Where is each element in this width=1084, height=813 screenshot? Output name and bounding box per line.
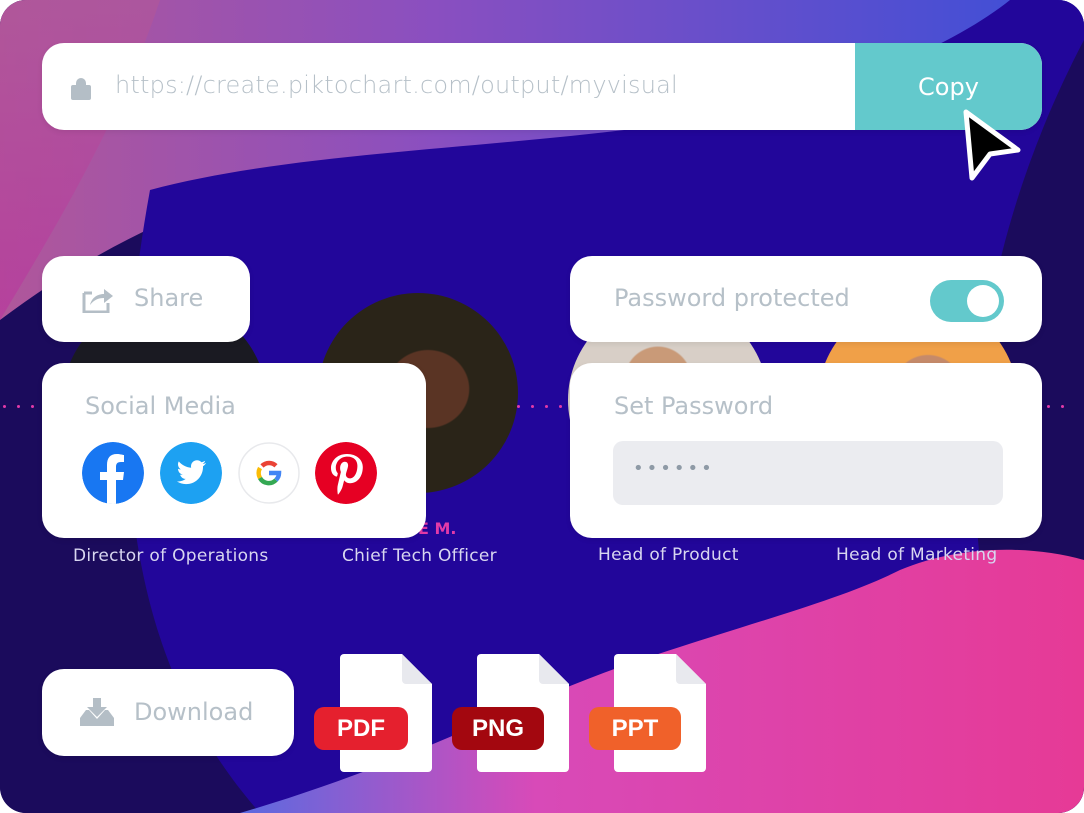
lock-icon xyxy=(71,78,91,100)
role-label: Head of Product xyxy=(598,545,739,565)
share-url-text[interactable]: https://create.piktochart.com/output/myv… xyxy=(115,71,678,99)
facebook-icon[interactable] xyxy=(82,442,144,504)
pinterest-icon[interactable] xyxy=(315,442,377,504)
timeline-dots-left xyxy=(3,405,34,408)
format-badge-png[interactable]: PNG xyxy=(452,707,544,750)
google-icon[interactable] xyxy=(238,442,300,504)
toggle-knob xyxy=(967,285,999,317)
download-icon xyxy=(80,698,114,726)
set-password-title: Set Password xyxy=(614,392,774,420)
share-label: Share xyxy=(134,284,204,312)
share-icon xyxy=(82,289,113,313)
password-protected-label: Password protected xyxy=(614,284,850,312)
format-badge-pdf[interactable]: PDF xyxy=(314,707,408,750)
share-panel-illustration: E M. Director of Operations Chief Tech O… xyxy=(0,0,1084,813)
role-label: Chief Tech Officer xyxy=(342,546,497,566)
format-badge-ppt[interactable]: PPT xyxy=(589,707,681,750)
password-input-value[interactable]: •••••• xyxy=(633,458,715,479)
mouse-pointer-icon xyxy=(963,109,1021,181)
timeline-dots-center xyxy=(517,405,562,408)
download-label: Download xyxy=(134,698,254,726)
role-label: Head of Marketing xyxy=(836,545,998,565)
role-label: Director of Operations xyxy=(73,546,269,566)
social-media-title: Social Media xyxy=(85,392,236,420)
password-protected-toggle[interactable] xyxy=(930,280,1004,322)
twitter-icon[interactable] xyxy=(160,442,222,504)
